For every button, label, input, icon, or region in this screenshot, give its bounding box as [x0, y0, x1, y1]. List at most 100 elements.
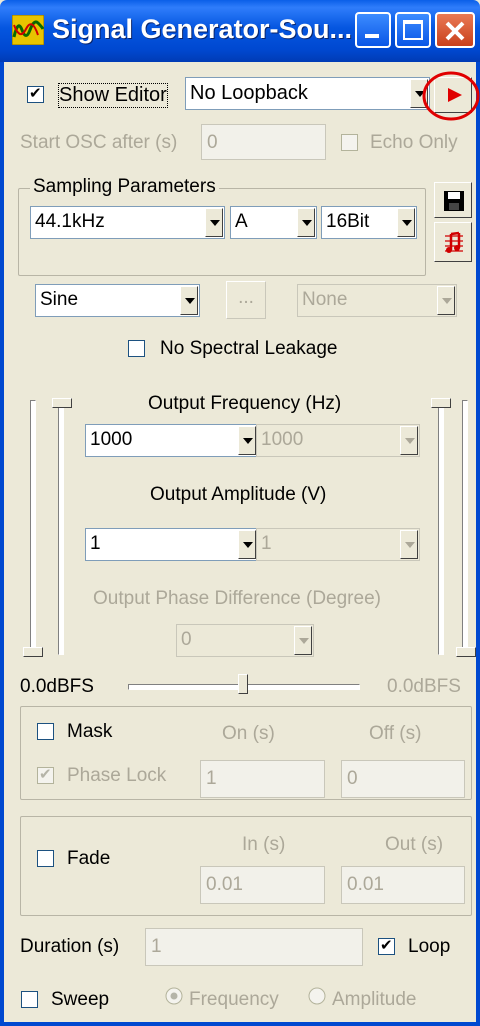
- fade-out-input: 0.01: [341, 866, 465, 904]
- left-level-label: 0.0dBFS: [20, 676, 94, 697]
- mask-on-value: 1: [206, 768, 217, 789]
- phase-value: 0: [181, 629, 192, 650]
- right-level-track-2[interactable]: [462, 400, 468, 655]
- waveform-select[interactable]: Sine: [35, 284, 200, 317]
- chevron-down-icon[interactable]: [238, 530, 256, 559]
- amplitude-select[interactable]: 1: [85, 528, 258, 561]
- loop-label: Loop: [408, 936, 451, 957]
- save-button[interactable]: [434, 182, 472, 218]
- fade-in-input: 0.01: [200, 866, 325, 904]
- no-leakage-label: No Spectral Leakage: [160, 338, 338, 359]
- frame-right: [476, 62, 480, 1026]
- frequency-value: 1000: [90, 429, 133, 450]
- sweep-checkbox[interactable]: [21, 991, 38, 1008]
- loopback-value: No Loopback: [190, 82, 308, 104]
- minimize-button[interactable]: [355, 12, 391, 48]
- sweep-label: Sweep: [51, 989, 110, 1010]
- close-icon: [445, 21, 465, 41]
- no-leakage-checkbox[interactable]: [128, 340, 145, 357]
- chevron-down-icon[interactable]: [205, 208, 223, 237]
- fade-in-label: In (s): [242, 834, 286, 855]
- phase-lock-label: Phase Lock: [67, 765, 167, 786]
- amplitude-value-2: 1: [261, 533, 272, 554]
- right-level-thumb[interactable]: [431, 398, 451, 408]
- floppy-icon: [444, 191, 464, 211]
- frame-bottom: [0, 1022, 480, 1026]
- minimize-icon: [365, 34, 379, 38]
- amplitude-value: 1: [90, 533, 101, 554]
- fade-out-value: 0.01: [347, 874, 384, 895]
- mask-off-value: 0: [347, 768, 358, 789]
- frequency-select[interactable]: 1000: [85, 424, 258, 457]
- chevron-down-icon[interactable]: [180, 286, 198, 315]
- right-level-label: 0.0dBFS: [387, 676, 461, 697]
- show-editor-checkbox[interactable]: [27, 84, 44, 103]
- mask-off-input: 0: [341, 760, 465, 798]
- left-level-track[interactable]: [30, 400, 36, 655]
- music-note-icon: [445, 231, 463, 253]
- right-level-track[interactable]: [438, 400, 444, 655]
- phase-select: 0: [176, 624, 314, 657]
- sampling-title: Sampling Parameters: [30, 176, 219, 198]
- loopback-select[interactable]: No Loopback: [185, 77, 430, 110]
- frame-left: [0, 62, 4, 1026]
- browse-button: ...: [226, 281, 266, 319]
- off-label: Off (s): [369, 723, 422, 744]
- chevron-down-icon[interactable]: [238, 426, 256, 455]
- echo-only-label: Echo Only: [370, 132, 458, 153]
- music-button[interactable]: [434, 222, 472, 262]
- fade-checkbox[interactable]: [37, 850, 54, 867]
- output-phase-label: Output Phase Difference (Degree): [93, 588, 381, 609]
- bit-depth-value: 16Bit: [326, 211, 370, 232]
- frequency-radio-label: Frequency: [189, 989, 279, 1010]
- on-label: On (s): [222, 723, 275, 744]
- right-level-thumb-2[interactable]: [456, 647, 476, 657]
- waveform-value: Sine: [40, 289, 79, 310]
- fade-out-label: Out (s): [385, 834, 444, 855]
- frequency-radio: [165, 987, 183, 1005]
- left-level-thumb-2[interactable]: [52, 398, 72, 408]
- fade-in-value: 0.01: [206, 874, 243, 895]
- maximize-icon: [403, 20, 423, 40]
- channel-value: A: [235, 211, 248, 232]
- sample-rate-select[interactable]: 44.1kHz: [30, 206, 225, 239]
- chevron-down-icon[interactable]: [397, 208, 415, 237]
- output-amplitude-label: Output Amplitude (V): [150, 484, 327, 505]
- chevron-down-icon: [400, 530, 418, 559]
- window-title: Signal Generator-Sou...: [52, 14, 353, 44]
- chevron-down-icon: [437, 286, 455, 315]
- chevron-down-icon[interactable]: [297, 208, 315, 237]
- start-osc-label: Start OSC after (s): [20, 132, 178, 153]
- frequency-select-2: 1000: [256, 424, 420, 457]
- phase-lock-checkbox: [37, 765, 54, 784]
- duration-value: 1: [151, 936, 162, 957]
- frequency-value-2: 1000: [261, 429, 304, 450]
- mask-checkbox[interactable]: [37, 723, 54, 740]
- highlight-circle: [422, 71, 480, 121]
- bit-depth-select[interactable]: 16Bit: [321, 206, 417, 239]
- left-level-thumb[interactable]: [23, 647, 43, 657]
- duration-label: Duration (s): [20, 936, 120, 957]
- amplitude-radio: [308, 987, 326, 1005]
- chevron-down-icon: [294, 626, 312, 655]
- echo-only-checkbox: [341, 134, 358, 151]
- secondary-waveform-value: None: [302, 289, 348, 310]
- channel-select[interactable]: A: [230, 206, 317, 239]
- start-osc-input: 0: [201, 124, 326, 160]
- chevron-down-icon: [400, 426, 418, 455]
- balance-thumb[interactable]: [238, 674, 248, 694]
- mask-on-input: 1: [200, 760, 325, 798]
- loop-checkbox[interactable]: [378, 936, 395, 955]
- amplitude-select-2: 1: [256, 528, 420, 561]
- start-osc-value: 0: [207, 132, 218, 153]
- left-level-track-2[interactable]: [58, 400, 64, 655]
- close-button[interactable]: [435, 12, 475, 48]
- maximize-button[interactable]: [395, 12, 431, 48]
- sample-rate-value: 44.1kHz: [35, 211, 105, 232]
- show-editor-label[interactable]: Show Editor: [58, 83, 168, 108]
- secondary-waveform-select: None: [297, 284, 457, 317]
- app-icon: [12, 15, 44, 45]
- output-frequency-label: Output Frequency (Hz): [148, 393, 342, 414]
- fade-label: Fade: [67, 848, 111, 869]
- amplitude-radio-label: Amplitude: [332, 989, 417, 1010]
